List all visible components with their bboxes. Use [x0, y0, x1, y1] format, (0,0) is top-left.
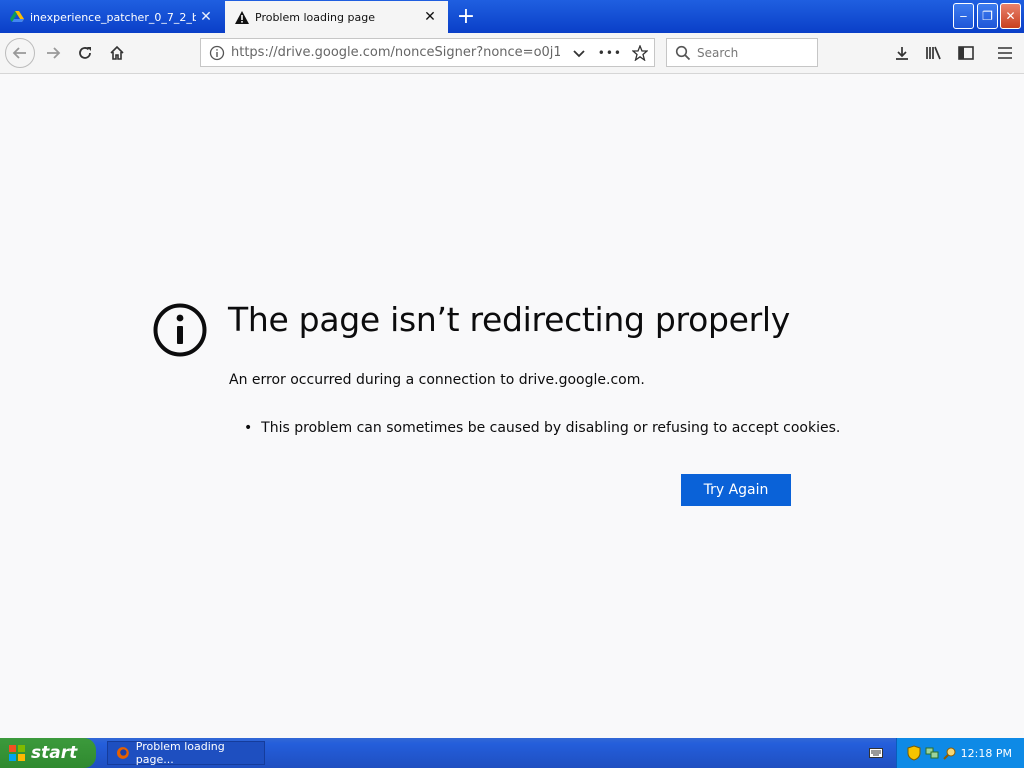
- security-shield-icon[interactable]: [907, 745, 921, 761]
- search-input[interactable]: Search: [697, 46, 738, 60]
- maximize-button[interactable]: ❐: [977, 3, 998, 29]
- magnifier-icon[interactable]: [943, 746, 957, 760]
- arrow-right-icon: [47, 47, 61, 59]
- bookmark-star-icon[interactable]: [632, 44, 648, 61]
- taskbar-item-label: Problem loading page...: [135, 740, 225, 766]
- forward-button[interactable]: [39, 39, 67, 67]
- new-tab-button[interactable]: +: [452, 3, 480, 31]
- close-window-button[interactable]: ✕: [1000, 3, 1021, 29]
- library-icon: [926, 46, 941, 60]
- reload-button[interactable]: [71, 39, 99, 67]
- error-hint-text: This problem can sometimes be caused by …: [261, 420, 841, 436]
- error-hint: • This problem can sometimes be caused b…: [244, 420, 840, 436]
- library-button[interactable]: [920, 39, 948, 67]
- info-circle-icon: [153, 303, 207, 357]
- close-tab-icon[interactable]: ✕: [420, 9, 440, 25]
- chevron-down-icon[interactable]: [572, 46, 586, 60]
- reload-icon: [79, 47, 91, 59]
- sidebar-icon: [958, 46, 974, 60]
- back-button[interactable]: [5, 38, 35, 68]
- system-tray: 12:18 PM: [896, 738, 1024, 768]
- error-title: The page isn’t redirecting properly: [228, 300, 790, 339]
- firefox-icon: [116, 747, 129, 759]
- url-text[interactable]: https://drive.google.com/nonceSigner?non…: [231, 45, 560, 60]
- sidebar-button[interactable]: [952, 39, 980, 67]
- arrow-left-icon: [12, 47, 26, 59]
- search-box[interactable]: Search: [666, 38, 818, 67]
- hamburger-menu-icon: [998, 47, 1012, 59]
- try-again-button[interactable]: Try Again: [681, 474, 791, 506]
- start-label: start: [31, 743, 78, 763]
- taskbar: start Problem loading page... 12:18 PM: [0, 738, 1024, 768]
- error-description: An error occurred during a connection to…: [229, 372, 645, 388]
- info-icon[interactable]: [209, 45, 225, 61]
- start-button[interactable]: start: [0, 738, 96, 768]
- tab-problem-loading[interactable]: Problem loading page ✕: [225, 1, 448, 33]
- warning-icon: [235, 10, 249, 24]
- taskbar-item-firefox[interactable]: Problem loading page...: [107, 740, 265, 766]
- downloads-button[interactable]: [888, 39, 916, 67]
- download-icon: [896, 47, 908, 60]
- tab-title: inexperience_patcher_0_7_2_by_: [30, 10, 196, 24]
- clock: 12:18 PM: [960, 746, 1012, 760]
- google-drive-icon: [10, 11, 24, 22]
- minimize-button[interactable]: ‒: [953, 3, 974, 29]
- tab-drive[interactable]: inexperience_patcher_0_7_2_by_ ✕: [0, 1, 224, 33]
- menu-button[interactable]: [991, 39, 1019, 67]
- search-icon: [675, 45, 691, 60]
- page-actions-icon[interactable]: •••: [598, 46, 622, 60]
- tab-title: Problem loading page: [255, 10, 375, 24]
- navigation-toolbar: https://drive.google.com/nonceSigner?non…: [0, 33, 1024, 74]
- network-icon[interactable]: [925, 746, 939, 760]
- keyboard-icon[interactable]: [869, 748, 883, 758]
- title-bar: inexperience_patcher_0_7_2_by_ ✕ Problem…: [0, 0, 1024, 33]
- close-tab-icon[interactable]: ✕: [196, 9, 216, 25]
- url-bar[interactable]: https://drive.google.com/nonceSigner?non…: [200, 38, 655, 67]
- home-button[interactable]: [103, 39, 131, 67]
- home-icon: [110, 45, 124, 60]
- bullet-icon: •: [244, 420, 253, 436]
- windows-logo-icon: [9, 745, 25, 761]
